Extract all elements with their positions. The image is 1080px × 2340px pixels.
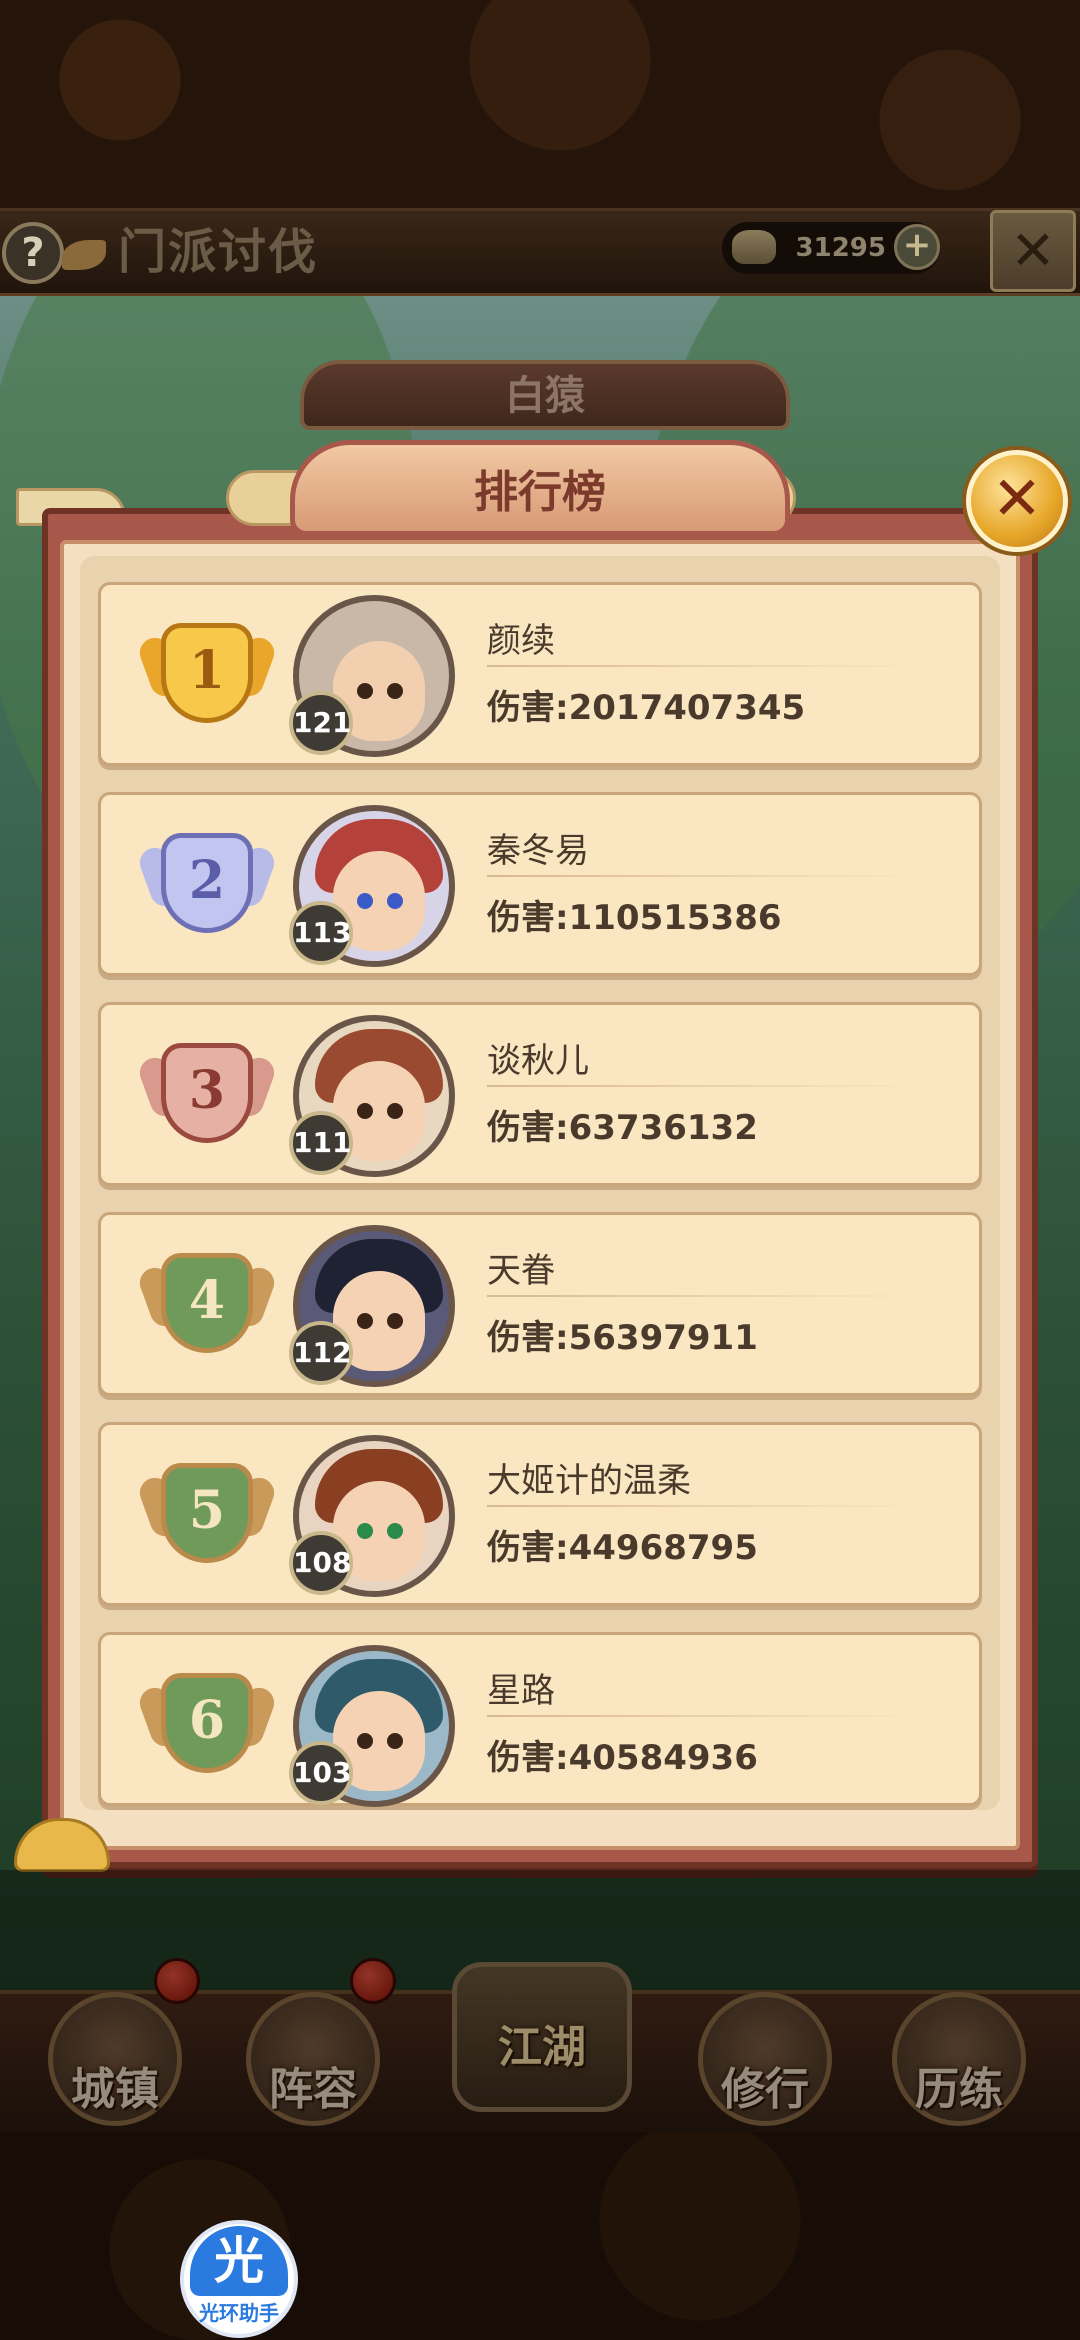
divider — [487, 1505, 917, 1507]
help-button[interactable]: ? — [2, 222, 64, 284]
rank-number: 4 — [188, 1270, 226, 1331]
damage-value: 伤害:63736132 — [487, 1108, 758, 1148]
add-currency-button[interactable]: + — [894, 224, 940, 270]
divider — [487, 665, 917, 667]
rank-number: 1 — [188, 640, 226, 701]
ranking-row[interactable]: 3 111 谈秋儿 伤害:63736132 — [98, 1002, 982, 1186]
currency-value: 31295 — [795, 233, 886, 263]
damage-value: 伤害:2017407345 — [487, 688, 806, 728]
player-name: 星路 — [487, 1671, 555, 1711]
level-badge: 121 — [289, 691, 353, 755]
damage-value: 伤害:44968795 — [487, 1528, 758, 1568]
player-name: 天眷 — [487, 1251, 555, 1291]
rank-number: 3 — [188, 1060, 226, 1121]
rank-number: 5 — [188, 1480, 226, 1541]
ranking-row[interactable]: 2 113 秦冬易 伤害:110515386 — [98, 792, 982, 976]
level-badge: 113 — [289, 901, 353, 965]
rank-number: 6 — [188, 1690, 226, 1751]
player-name: 大姬计的温柔 — [487, 1461, 691, 1501]
rank-medal-icon: 5 — [135, 1457, 279, 1577]
player-name: 谈秋儿 — [487, 1041, 589, 1081]
divider — [487, 1085, 917, 1087]
exit-button[interactable]: ✕ — [990, 210, 1076, 292]
level-badge: 108 — [289, 1531, 353, 1595]
page-title: 门派讨伐 — [118, 224, 319, 280]
level-badge: 103 — [289, 1741, 353, 1805]
modal-dim-overlay[interactable] — [0, 1870, 1080, 2340]
dialog-title: 排行榜 — [474, 467, 606, 518]
rank-medal-icon: 6 — [135, 1667, 279, 1787]
rank-medal-icon: 1 — [135, 617, 279, 737]
assistant-label: 光环助手 — [199, 2301, 279, 2325]
boss-name: 白猿 — [505, 372, 585, 419]
player-name: 秦冬易 — [487, 831, 589, 871]
ranking-row[interactable]: 1 121 颜续 伤害:2017407345 — [98, 582, 982, 766]
divider — [487, 1295, 917, 1297]
player-name: 颜续 — [487, 621, 555, 661]
rank-medal-icon: 2 — [135, 827, 279, 947]
ranking-row[interactable]: 5 108 大姬计的温柔 伤害:44968795 — [98, 1422, 982, 1606]
ranking-row[interactable]: 4 112 天眷 伤害:56397911 — [98, 1212, 982, 1396]
damage-value: 伤害:56397911 — [487, 1318, 758, 1358]
dialog-close-button[interactable]: ✕ — [966, 450, 1068, 552]
rank-medal-icon: 4 — [135, 1247, 279, 1367]
damage-value: 伤害:110515386 — [487, 898, 782, 938]
ranking-row[interactable]: 6 103 星路 伤害:40584936 — [98, 1632, 982, 1807]
divider — [487, 1715, 917, 1717]
damage-value: 伤害:40584936 — [487, 1738, 758, 1778]
level-badge: 112 — [289, 1321, 353, 1385]
gold-ingot-icon — [732, 230, 776, 264]
rank-medal-icon: 3 — [135, 1037, 279, 1157]
rank-number: 2 — [188, 850, 226, 911]
divider — [487, 875, 917, 877]
level-badge: 111 — [289, 1111, 353, 1175]
